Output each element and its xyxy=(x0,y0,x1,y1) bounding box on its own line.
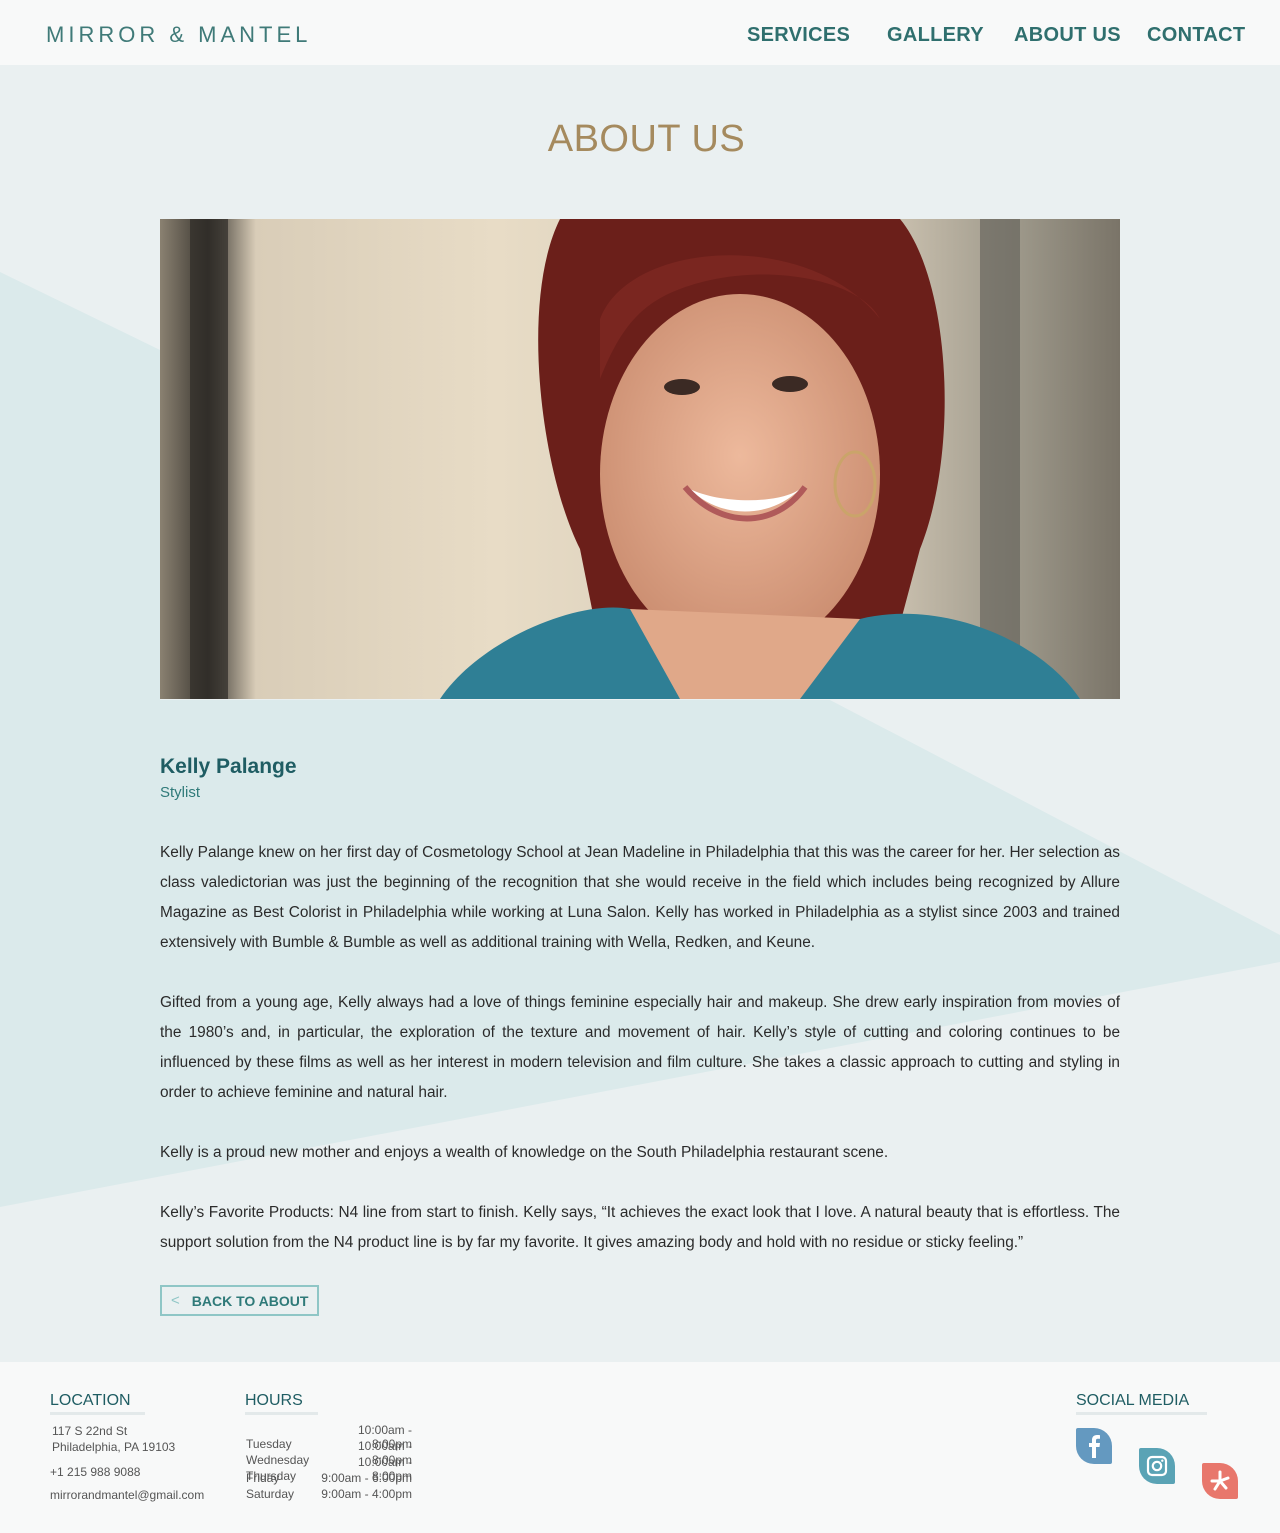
location-heading: LOCATION xyxy=(50,1392,145,1415)
bio-paragraph: Kelly is a proud new mother and enjoys a… xyxy=(160,1144,889,1161)
instagram-icon[interactable] xyxy=(1139,1448,1175,1484)
hours-time: 9:00am - 6:00pm xyxy=(321,1471,412,1485)
social-heading: SOCIAL MEDIA xyxy=(1076,1392,1208,1415)
bio-paragraph: Kelly Palange knew on her first day of C… xyxy=(160,844,1120,951)
back-button-label: BACK TO ABOUT xyxy=(191,1292,309,1309)
phone-link[interactable]: +1 215 988 9088 xyxy=(50,1464,140,1480)
page-title: ABOUT US xyxy=(547,118,746,160)
email-link[interactable]: mirrorandmantel@gmail.com xyxy=(50,1487,204,1503)
bio-paragraph: Kelly’s Favorite Products: N4 line from … xyxy=(160,1204,1120,1251)
back-to-about-button[interactable]: < BACK TO ABOUT xyxy=(160,1285,319,1316)
hours-row: Saturday 9:00am - 4:00pm xyxy=(246,1487,416,1501)
bio-paragraph: Gifted from a young age, Kelly always ha… xyxy=(160,994,1120,1101)
site-logo[interactable]: MIRROR & MANTEL xyxy=(46,22,311,48)
hours-day: Friday xyxy=(246,1471,280,1485)
nav-gallery[interactable]: GALLERY xyxy=(887,24,984,47)
hours-day: Saturday xyxy=(246,1487,295,1501)
profile-photo xyxy=(160,219,1120,699)
bio: Kelly Palange knew on her first day of C… xyxy=(160,838,1120,1288)
site-header: MIRROR & MANTEL SERVICES GALLERY ABOUT U… xyxy=(0,0,1280,65)
hours-row: Friday 9:00am - 6:00pm xyxy=(246,1471,416,1485)
address-street: 117 S 22nd St xyxy=(52,1424,128,1438)
nav-about[interactable]: ABOUT US xyxy=(1014,24,1121,47)
nav-services[interactable]: SERVICES xyxy=(747,24,850,47)
site-footer: LOCATION 117 S 22nd St Philadelphia, PA … xyxy=(0,1362,1280,1533)
stylist-name: Kelly Palange xyxy=(160,755,297,778)
address-city: Philadelphia, PA 19103 xyxy=(52,1440,176,1454)
hours-time: 9:00am - 4:00pm xyxy=(321,1487,412,1501)
yelp-icon[interactable] xyxy=(1202,1463,1238,1499)
facebook-icon[interactable] xyxy=(1076,1428,1112,1464)
nav-contact[interactable]: CONTACT xyxy=(1147,24,1245,47)
stylist-role: Stylist xyxy=(160,784,201,801)
chevron-left-icon: < xyxy=(171,1292,180,1309)
hours-heading: HOURS xyxy=(245,1392,318,1415)
